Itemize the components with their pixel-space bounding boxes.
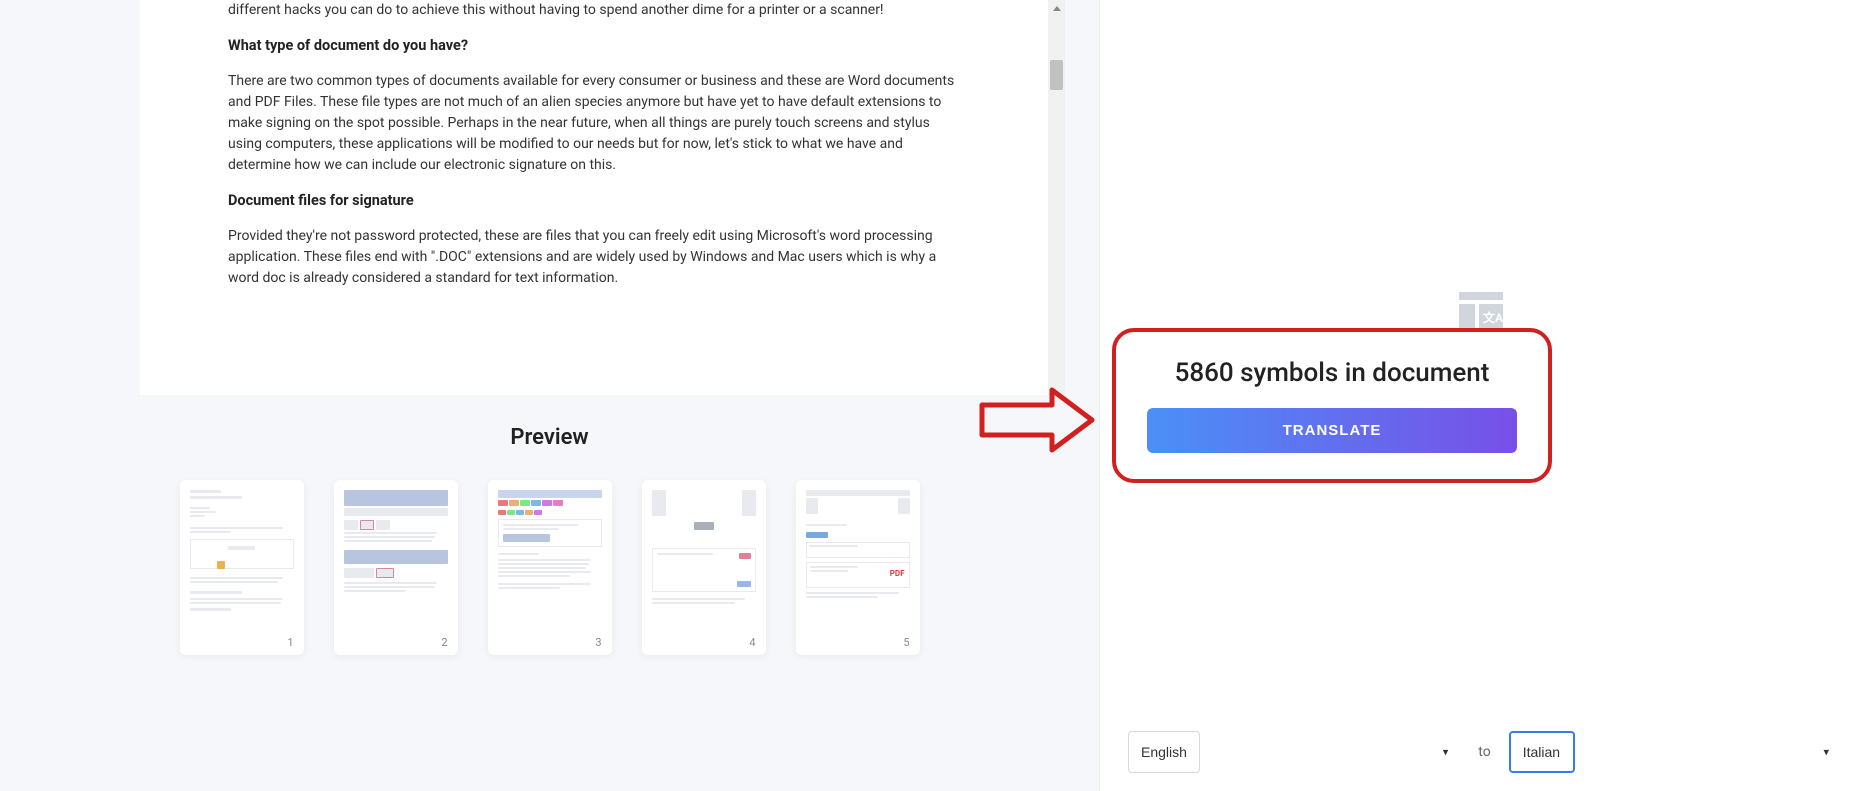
right-panel: 文A 5860 symbols in document TRANSLATE En… bbox=[1099, 0, 1861, 791]
doc-paragraph: There are two common types of documents … bbox=[228, 71, 958, 176]
document-scrollbar[interactable] bbox=[1048, 0, 1065, 395]
preview-thumb-3[interactable]: 3 bbox=[488, 480, 612, 655]
page-number: 5 bbox=[903, 636, 909, 649]
scroll-thumb[interactable] bbox=[1050, 60, 1063, 90]
preview-title: Preview bbox=[0, 425, 1099, 450]
preview-section: Preview bbox=[0, 395, 1099, 791]
preview-thumb-1[interactable]: 1 bbox=[180, 480, 304, 655]
target-language-select[interactable]: Italian bbox=[1509, 731, 1575, 773]
symbols-count-text: 5860 symbols in document bbox=[1136, 358, 1528, 388]
page-number: 3 bbox=[595, 636, 601, 649]
page-number: 1 bbox=[287, 636, 293, 649]
scroll-up-icon[interactable] bbox=[1048, 0, 1065, 17]
preview-thumb-5[interactable]: PDF 5 bbox=[796, 480, 920, 655]
svg-text:文A: 文A bbox=[1483, 310, 1504, 325]
document-viewer: different hacks you can do to achieve th… bbox=[140, 0, 1065, 395]
page-number: 2 bbox=[441, 636, 447, 649]
doc-heading: What type of document do you have? bbox=[228, 35, 958, 57]
preview-thumb-2[interactable]: 2 bbox=[334, 480, 458, 655]
translate-card: 5860 symbols in document TRANSLATE bbox=[1112, 328, 1552, 483]
arrow-annotation-icon bbox=[977, 385, 1097, 455]
preview-thumbnails: 1 bbox=[0, 480, 1099, 655]
language-row: English to Italian bbox=[1128, 731, 1841, 773]
doc-paragraph: Provided they're not password protected,… bbox=[228, 226, 958, 289]
source-language-select[interactable]: English bbox=[1128, 731, 1200, 773]
preview-thumb-4[interactable]: 4 bbox=[642, 480, 766, 655]
main-layout: different hacks you can do to achieve th… bbox=[0, 0, 1861, 791]
doc-heading: Document files for signature bbox=[228, 190, 958, 212]
doc-paragraph: different hacks you can do to achieve th… bbox=[228, 0, 958, 21]
left-panel: different hacks you can do to achieve th… bbox=[0, 0, 1099, 791]
to-label: to bbox=[1478, 744, 1490, 760]
document-content: different hacks you can do to achieve th… bbox=[140, 0, 1048, 395]
translate-button[interactable]: TRANSLATE bbox=[1147, 408, 1517, 453]
page-number: 4 bbox=[749, 636, 755, 649]
